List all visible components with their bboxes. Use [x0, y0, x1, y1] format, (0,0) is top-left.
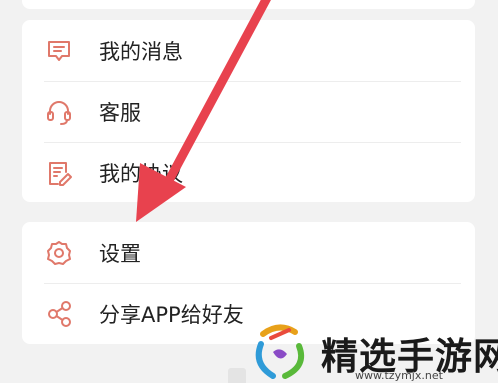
menu-item-label: 客服	[99, 100, 141, 125]
gear-icon	[44, 238, 74, 268]
watermark-logo	[255, 324, 305, 379]
menu-group-1: 我的消息 客服 我的协议	[22, 20, 475, 202]
menu-item-label: 我的消息	[99, 39, 183, 64]
site-watermark: 精选手游网 www.tzymjx.net	[245, 318, 498, 383]
share-icon	[44, 299, 74, 329]
menu-item-label: 设置	[99, 241, 141, 266]
agreement-icon	[44, 158, 74, 188]
menu-item-customer-service[interactable]: 客服	[22, 81, 475, 142]
watermark-url: www.tzymjx.net	[355, 369, 443, 382]
message-icon	[44, 36, 74, 66]
menu-item-label: 我的协议	[99, 161, 183, 186]
menu-item-messages[interactable]: 我的消息	[22, 20, 475, 81]
menu-item-agreement[interactable]: 我的协议	[22, 142, 475, 203]
menu-item-label: 分享APP给好友	[99, 302, 244, 327]
headset-icon	[44, 97, 74, 127]
bottom-bar-fragment	[228, 368, 246, 383]
previous-card-bottom	[22, 0, 475, 9]
menu-item-settings[interactable]: 设置	[22, 222, 475, 283]
